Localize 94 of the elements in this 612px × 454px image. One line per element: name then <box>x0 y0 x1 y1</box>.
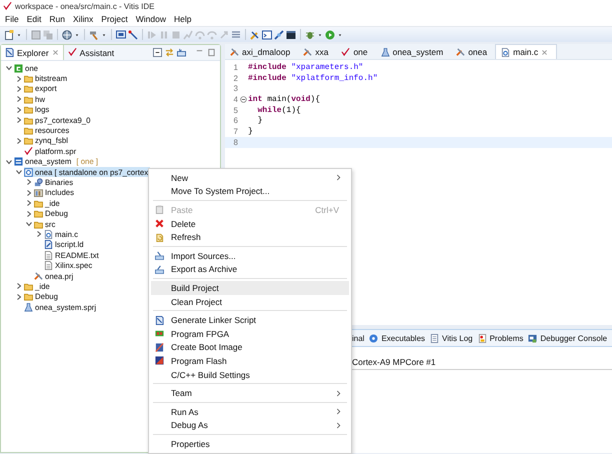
editor-tab[interactable]: main.c <box>495 44 558 59</box>
menu-item[interactable]: Clean Project <box>151 294 349 308</box>
menu-item[interactable]: Run <box>45 14 69 24</box>
line-number: 1 <box>232 62 238 72</box>
menu-item[interactable]: C/C++ Build Settings <box>151 368 349 382</box>
wrench-icon <box>303 48 312 56</box>
menu-item[interactable]: Program Flash <box>151 354 349 368</box>
menu-item[interactable]: Program FPGA <box>151 326 349 341</box>
delete-icon <box>155 219 164 228</box>
clipboard-icon <box>155 205 164 214</box>
refresh-icon <box>155 232 164 242</box>
code-line: #include "xplatform_info.h" <box>248 74 378 83</box>
view-tab[interactable]: Assistant <box>64 45 118 60</box>
editor-tab[interactable]: axi_dmaloop <box>225 45 298 59</box>
menu-item[interactable]: Run As <box>151 404 349 418</box>
line-number: 3 <box>232 84 238 94</box>
view-tab[interactable]: Vitis Log <box>430 334 473 342</box>
menu-item[interactable]: Properties <box>151 437 349 451</box>
tools-icon[interactable] <box>250 30 260 40</box>
view-tab[interactable]: Executables <box>369 334 426 342</box>
check-mark-icon <box>68 48 77 57</box>
menu-item[interactable]: Project <box>97 14 132 24</box>
monitor-icon[interactable] <box>116 30 126 40</box>
menu-item[interactable]: Move To System Project... <box>151 184 349 198</box>
editor-tab[interactable]: onea_system <box>376 45 452 59</box>
menu-item[interactable]: Generate Linker Script <box>151 313 349 327</box>
line-number: 5 <box>232 106 238 115</box>
code-line: while(1){ <box>256 106 301 115</box>
dropdown-icon[interactable] <box>317 32 323 38</box>
bug-icon[interactable] <box>305 30 315 40</box>
maximize-icon[interactable] <box>207 48 216 57</box>
view-tab[interactable]: inal <box>352 334 364 342</box>
view-tab[interactable]: Debugger Console <box>528 334 608 342</box>
line-number: 8 <box>232 138 238 147</box>
source-file-icon <box>501 48 510 56</box>
text-file-icon <box>44 250 53 260</box>
wrench-icon <box>456 48 466 56</box>
line-number: 2 <box>232 74 238 83</box>
terminal-icon[interactable] <box>262 30 272 40</box>
editor-tab[interactable]: xxa <box>298 45 336 59</box>
menu-item[interactable]: Team <box>151 386 349 400</box>
chip-icon <box>155 329 164 338</box>
menu-item[interactable]: Import Sources... <box>151 248 349 263</box>
globe-icon[interactable] <box>62 30 72 40</box>
dropdown-icon[interactable] <box>16 32 22 38</box>
menu-item[interactable]: Create Boot Image <box>151 340 349 354</box>
menu-item[interactable]: Xilinx <box>68 14 98 24</box>
menu-item[interactable]: File <box>1 14 23 24</box>
line-number: 4 <box>232 94 238 104</box>
collapse-all-icon[interactable] <box>153 48 162 57</box>
check-mark-icon <box>24 146 33 156</box>
menu-item[interactable]: New <box>151 171 349 185</box>
menu-item[interactable]: Edit <box>22 14 46 24</box>
menu-item[interactable]: Delete <box>151 216 349 230</box>
window-title: workspace - onea/src/main.c - Vitis IDE <box>15 2 154 10</box>
list-icon[interactable] <box>231 30 241 40</box>
menu-item[interactable]: Export as Archive <box>151 262 349 276</box>
code-line: } <box>248 126 253 136</box>
code-line: #include "xparameters.h" <box>248 62 364 72</box>
check-mark-icon <box>341 48 350 56</box>
export-icon <box>155 264 164 274</box>
wrench-icon <box>34 272 43 280</box>
view-tab[interactable]: Problems <box>478 334 524 342</box>
disc-icon <box>369 334 378 342</box>
view-tab[interactable]: Explorer <box>1 45 64 60</box>
dropdown-icon[interactable] <box>74 32 80 38</box>
code-line: } <box>256 116 262 126</box>
text-file-icon <box>44 261 53 270</box>
menu-item[interactable]: Window <box>132 14 170 24</box>
menu-item[interactable]: Help <box>170 14 196 24</box>
dropdown-icon[interactable] <box>337 32 343 38</box>
menu-item[interactable]: Refresh <box>151 230 349 244</box>
script-file-icon <box>44 240 53 250</box>
menu-item[interactable]: Build Project <box>151 281 349 295</box>
import-icon <box>155 251 164 260</box>
editor-tab[interactable]: onea <box>451 45 496 59</box>
log-icon <box>430 334 440 342</box>
code-line: int main(void){ <box>248 94 320 104</box>
close-icon[interactable] <box>541 48 548 56</box>
fold-icon[interactable] <box>240 96 246 103</box>
new-file-icon[interactable] <box>4 30 14 40</box>
line-number: 6 <box>232 116 238 126</box>
dropdown-icon[interactable] <box>101 32 107 38</box>
console-window-icon[interactable] <box>286 30 296 40</box>
line-number: 7 <box>232 126 238 136</box>
wrench-icon <box>230 48 239 56</box>
flask-icon <box>380 48 390 56</box>
flask-icon <box>24 302 33 312</box>
console-icon <box>528 334 538 342</box>
source-file-icon <box>44 230 53 239</box>
editor-tab[interactable]: one <box>336 45 376 59</box>
menu-item[interactable]: Debug As <box>151 418 349 432</box>
close-icon[interactable] <box>52 49 59 56</box>
debug-target-text: Cortex-A9 MPCore #1 <box>352 357 436 367</box>
